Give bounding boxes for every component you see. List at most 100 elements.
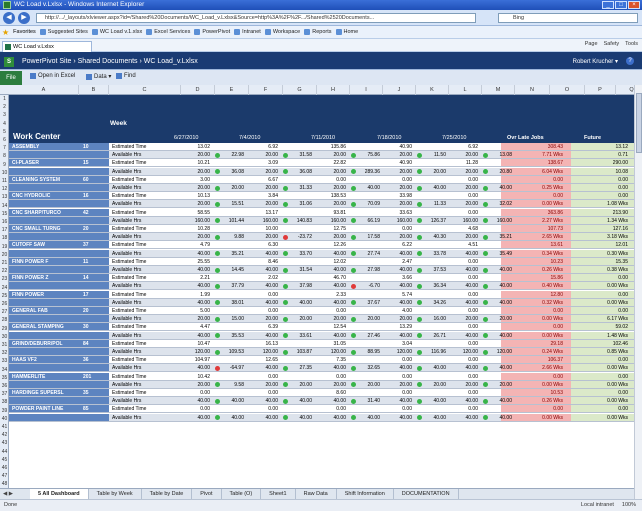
- row-number[interactable]: 2: [0, 103, 9, 111]
- column-header[interactable]: E: [215, 85, 249, 95]
- row-number[interactable]: 43: [0, 439, 9, 447]
- row-number[interactable]: 6: [0, 136, 9, 144]
- column-header[interactable]: F: [249, 85, 283, 95]
- spreadsheet-grid[interactable]: Week Work Center 6/27/2010 7/4/2010 7/11…: [9, 95, 634, 488]
- row-number[interactable]: 21: [0, 259, 9, 267]
- row-number[interactable]: 28: [0, 316, 9, 324]
- row-number[interactable]: 11: [0, 177, 9, 185]
- sheet-nav-arrows[interactable]: ◀ ▶: [0, 489, 30, 499]
- sheet-tab[interactable]: Pivot: [192, 489, 222, 499]
- row-number[interactable]: 31: [0, 341, 9, 349]
- sheet-tab[interactable]: Table by Date: [142, 489, 193, 499]
- row-number[interactable]: 33: [0, 357, 9, 365]
- search-input[interactable]: Bing: [498, 13, 638, 23]
- user-menu[interactable]: Robert Krucher ▾: [573, 58, 618, 65]
- column-header[interactable]: P: [585, 85, 616, 95]
- row-number[interactable]: 1: [0, 95, 9, 103]
- row-number[interactable]: 8: [0, 152, 9, 160]
- sheet-tab[interactable]: Sheet1: [261, 489, 296, 499]
- row-number[interactable]: 17: [0, 226, 9, 234]
- row-number[interactable]: 25: [0, 292, 9, 300]
- url-input[interactable]: http://.../_layouts/xlviewer.aspx?id=/Sh…: [36, 13, 476, 23]
- row-number[interactable]: 36: [0, 382, 9, 390]
- column-header[interactable]: J: [383, 85, 416, 95]
- row-number[interactable]: 35: [0, 374, 9, 382]
- column-header[interactable]: B: [79, 85, 109, 95]
- row-number[interactable]: 42: [0, 431, 9, 439]
- column-header[interactable]: D: [181, 85, 215, 95]
- favorite-link[interactable]: WC Load v.1.xlsx: [91, 29, 142, 35]
- row-number[interactable]: 23: [0, 275, 9, 283]
- column-header[interactable]: L: [449, 85, 482, 95]
- open-in-excel-button[interactable]: Open in Excel: [30, 73, 75, 79]
- row-number[interactable]: 14: [0, 202, 9, 210]
- row-number[interactable]: 13: [0, 193, 9, 201]
- scroll-thumb[interactable]: [636, 93, 642, 153]
- row-number[interactable]: 9: [0, 161, 9, 169]
- breadcrumb[interactable]: PowerPivot Site › Shared Documents › WC …: [22, 58, 198, 65]
- favorites-label[interactable]: Favorites: [13, 29, 36, 35]
- row-number[interactable]: 41: [0, 423, 9, 431]
- data-menu-button[interactable]: Data ▾: [86, 73, 111, 80]
- row-number[interactable]: 5: [0, 128, 9, 136]
- column-header[interactable]: I: [350, 85, 383, 95]
- row-number[interactable]: 39: [0, 407, 9, 415]
- ie-tool-safety[interactable]: Safety: [604, 41, 620, 47]
- row-number[interactable]: 34: [0, 366, 9, 374]
- row-number[interactable]: 12: [0, 185, 9, 193]
- browser-tab[interactable]: WC Load v.Lxlsx: [2, 41, 92, 52]
- row-number[interactable]: 38: [0, 398, 9, 406]
- row-number[interactable]: 22: [0, 267, 9, 275]
- row-number[interactable]: 19: [0, 243, 9, 251]
- row-number[interactable]: 7: [0, 144, 9, 152]
- row-number[interactable]: 24: [0, 284, 9, 292]
- row-number[interactable]: 10: [0, 169, 9, 177]
- column-header[interactable]: G: [283, 85, 317, 95]
- row-number[interactable]: 40: [0, 415, 9, 423]
- minimize-button[interactable]: _: [602, 1, 614, 9]
- row-number[interactable]: 37: [0, 390, 9, 398]
- find-button[interactable]: Find: [116, 73, 136, 79]
- row-number[interactable]: 16: [0, 218, 9, 226]
- favorite-link[interactable]: PowerPivot: [194, 29, 230, 35]
- row-number[interactable]: 15: [0, 210, 9, 218]
- sheet-tab[interactable]: Table by Week: [89, 489, 142, 499]
- row-number[interactable]: 47: [0, 472, 9, 480]
- vertical-scrollbar[interactable]: [634, 85, 642, 499]
- back-button[interactable]: ◀: [3, 12, 15, 24]
- favorite-link[interactable]: Excel Services: [146, 29, 190, 35]
- row-number[interactable]: 18: [0, 234, 9, 242]
- column-header[interactable]: C: [109, 85, 181, 95]
- favorite-link[interactable]: Suggested Sites: [39, 29, 88, 35]
- row-number[interactable]: 4: [0, 120, 9, 128]
- row-number[interactable]: 44: [0, 448, 9, 456]
- row-number[interactable]: 26: [0, 300, 9, 308]
- column-header[interactable]: H: [317, 85, 350, 95]
- forward-button[interactable]: ▶: [18, 12, 30, 24]
- row-number[interactable]: 30: [0, 333, 9, 341]
- sheet-tab[interactable]: Table (O): [222, 489, 262, 499]
- column-header[interactable]: A: [9, 85, 79, 95]
- column-header[interactable]: O: [550, 85, 585, 95]
- row-number[interactable]: 45: [0, 456, 9, 464]
- column-header[interactable]: M: [482, 85, 515, 95]
- sheet-tab[interactable]: Shift Information: [337, 489, 394, 499]
- column-header[interactable]: K: [416, 85, 449, 95]
- favorite-link[interactable]: Intranet: [234, 29, 261, 35]
- ie-tool-page[interactable]: Page: [585, 41, 598, 47]
- row-number[interactable]: 32: [0, 349, 9, 357]
- sheet-tab[interactable]: DOCUMENTATION: [394, 489, 459, 499]
- row-number[interactable]: 27: [0, 308, 9, 316]
- row-number[interactable]: 29: [0, 325, 9, 333]
- sheet-tab[interactable]: Raw Data: [296, 489, 337, 499]
- file-button[interactable]: File: [0, 71, 22, 85]
- favorite-link[interactable]: Reports: [304, 29, 332, 35]
- row-number[interactable]: 3: [0, 111, 9, 119]
- maximize-button[interactable]: □: [615, 1, 627, 9]
- row-number[interactable]: 46: [0, 464, 9, 472]
- close-button[interactable]: ×: [628, 1, 640, 9]
- favorite-link[interactable]: Home: [335, 29, 358, 35]
- sheet-tab[interactable]: 5 All Dashboard: [30, 489, 89, 499]
- help-icon[interactable]: ?: [626, 57, 634, 65]
- ie-tool-tools[interactable]: Tools: [625, 41, 638, 47]
